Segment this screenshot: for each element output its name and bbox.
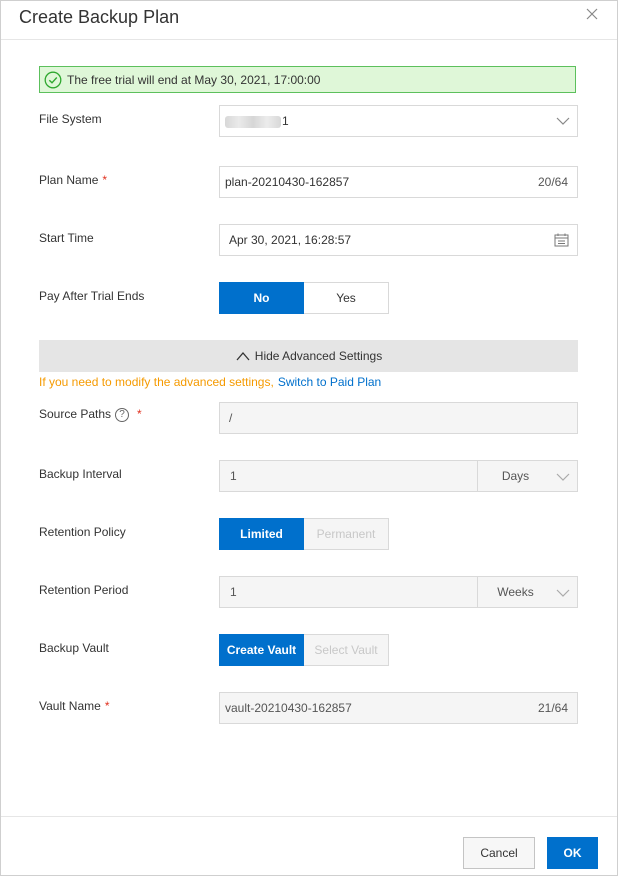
start-time-label: Start Time [39,231,94,245]
retention-period-label: Retention Period [39,583,129,597]
file-system-select[interactable]: 1 [219,105,578,137]
select-vault-option: Select Vault [304,634,389,666]
trial-notice: The free trial will end at May 30, 2021,… [39,66,576,93]
retention-period-unit-select: Weeks [478,576,578,608]
retention-period-unit: Weeks [497,585,534,599]
source-paths-label: Source Paths? * [39,407,142,422]
retention-policy-limited[interactable]: Limited [219,518,304,550]
hide-advanced-settings-button[interactable]: Hide Advanced Settings [39,340,578,372]
backup-interval-label: Backup Interval [39,467,122,481]
paid-plan-hint: If you need to modify the advanced setti… [39,375,381,389]
chevron-up-icon [236,352,250,361]
pay-after-trial-yes[interactable]: Yes [304,282,389,314]
paid-plan-hint-text: If you need to modify the advanced setti… [39,375,274,389]
source-paths-value: / [229,411,233,425]
plan-name-input[interactable]: plan-20210430-162857 20/64 [219,166,578,198]
backup-interval-unit-select: Days [478,460,578,492]
start-time-picker[interactable]: Apr 30, 2021, 16:28:57 [219,224,578,256]
backup-interval-value: 1 [230,469,237,483]
dialog-title: Create Backup Plan [19,7,180,27]
vault-name-label: Vault Name * [39,699,110,713]
cancel-button[interactable]: Cancel [463,837,535,869]
backup-vault-label: Backup Vault [39,641,109,655]
hide-advanced-settings-label: Hide Advanced Settings [254,349,383,363]
pay-after-trial-label: Pay After Trial Ends [39,289,145,303]
retention-policy-toggle: Limited Permanent [219,518,389,550]
pay-after-trial-no[interactable]: No [219,282,304,314]
chevron-down-icon [556,117,570,125]
chevron-down-icon [556,589,570,597]
vault-name-value: vault-20210430-162857 [225,701,352,715]
chevron-down-icon [556,473,570,481]
dialog-header: Create Backup Plan [1,1,617,40]
redacted-text [225,115,281,128]
source-paths-input: / [219,402,578,434]
retention-policy-label: Retention Policy [39,525,126,539]
plan-name-counter: 20/64 [537,175,568,189]
plan-name-value: plan-20210430-162857 [225,175,350,189]
backup-interval-unit: Days [501,469,530,483]
ok-button[interactable]: OK [547,837,598,869]
trial-notice-text: The free trial will end at May 30, 2021,… [67,73,321,87]
close-icon[interactable] [585,7,599,21]
check-circle-icon [44,71,62,89]
create-backup-plan-dialog: Create Backup Plan The free trial will e… [0,0,618,876]
create-vault-option[interactable]: Create Vault [219,634,304,666]
vault-name-counter: 21/64 [537,701,568,715]
help-icon[interactable]: ? [115,407,130,422]
vault-name-input: vault-20210430-162857 21/64 [219,692,578,724]
switch-to-paid-plan-link[interactable]: Switch to Paid Plan [278,375,381,389]
retention-period-input: 1 [219,576,478,608]
file-system-label: File System [39,112,102,126]
retention-policy-permanent: Permanent [304,518,389,550]
file-system-value: 1 [225,114,289,128]
retention-period-value: 1 [230,585,237,599]
required-mark: * [137,407,142,421]
footer-divider [1,816,617,817]
plan-name-label: Plan Name * [39,173,108,187]
calendar-icon[interactable] [554,233,569,247]
backup-vault-toggle: Create Vault Select Vault [219,634,389,666]
backup-interval-input: 1 [219,460,478,492]
start-time-value: Apr 30, 2021, 16:28:57 [229,233,352,247]
required-mark: * [102,173,108,187]
pay-after-trial-toggle: No Yes [219,282,389,314]
required-mark: * [104,699,110,713]
